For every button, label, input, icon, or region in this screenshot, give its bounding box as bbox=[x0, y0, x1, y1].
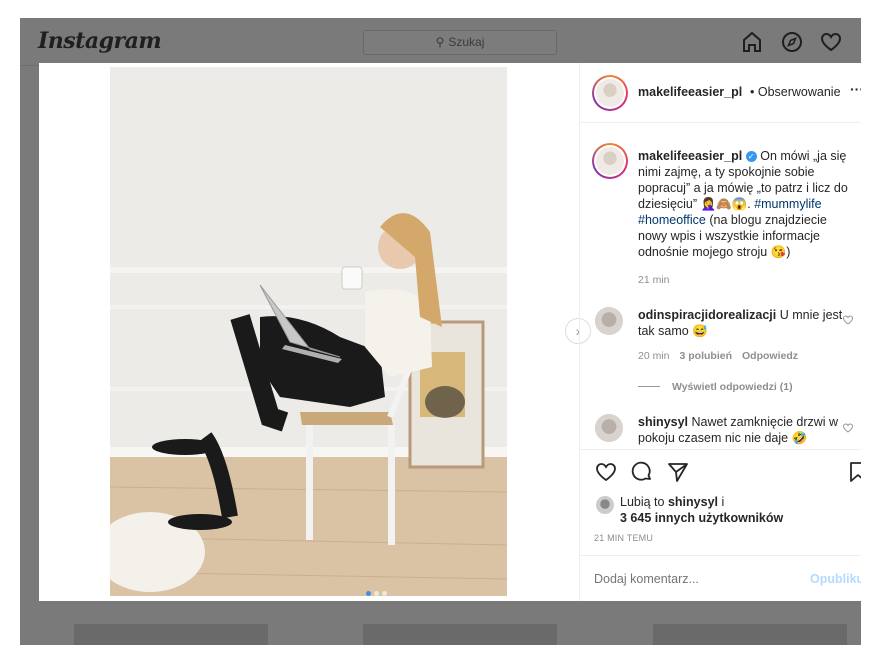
post-side-panel: makelifeeasier_pl • Obserwowanie ··· mak… bbox=[579, 63, 861, 601]
caption-time: 21 min bbox=[638, 274, 670, 286]
post-photo[interactable] bbox=[110, 67, 507, 596]
likes-summary: Lubią to shinysyl i 3 645 innych użytkow… bbox=[620, 494, 783, 526]
hashtag-link[interactable]: #homeoffice bbox=[638, 213, 706, 227]
post-time: 21 MIN TEMU bbox=[594, 533, 654, 543]
comment: odinspiracjidorealizacji U mnie jest tak… bbox=[638, 307, 848, 339]
comment-likes[interactable]: 3 polubień bbox=[680, 350, 733, 362]
grid-thumb bbox=[653, 624, 847, 645]
post-modal: › makelifeeasier_pl • Obserwowanie ··· m… bbox=[39, 63, 861, 601]
comment-time: 20 min bbox=[638, 350, 670, 362]
hashtag-link[interactable]: #mummylife bbox=[754, 197, 821, 211]
instagram-window: Instagram ⚲ Szukaj › makelifeeasier_pl •… bbox=[20, 18, 861, 645]
search-placeholder: Szukaj bbox=[448, 35, 485, 49]
liker-avatar[interactable] bbox=[596, 496, 614, 514]
comment-username[interactable]: odinspiracjidorealizacji bbox=[638, 308, 776, 322]
search-icon: ⚲ bbox=[435, 35, 445, 49]
like-comment-heart-icon[interactable] bbox=[842, 314, 854, 326]
carousel-dot-active bbox=[366, 591, 371, 596]
follow-status[interactable]: • Obserwowanie bbox=[750, 85, 841, 99]
post-comment-button[interactable]: Opublikuj bbox=[810, 572, 861, 586]
top-nav: Instagram ⚲ Szukaj bbox=[20, 18, 861, 66]
post-header: makelifeeasier_pl • Obserwowanie ··· bbox=[580, 63, 861, 123]
search-input[interactable]: ⚲ Szukaj bbox=[363, 30, 557, 55]
share-icon[interactable] bbox=[666, 460, 690, 484]
carousel-dot bbox=[374, 591, 379, 596]
avatar[interactable] bbox=[595, 307, 623, 335]
add-comment-bar: Opublikuj bbox=[580, 555, 861, 601]
view-replies-label: Wyświetl odpowiedzi (1) bbox=[672, 381, 793, 393]
avatar[interactable] bbox=[592, 75, 628, 111]
likes-user[interactable]: shinysyl bbox=[668, 495, 718, 509]
avatar[interactable] bbox=[592, 143, 628, 179]
heart-icon[interactable] bbox=[594, 460, 618, 484]
post-username[interactable]: makelifeeasier_pl bbox=[638, 85, 742, 99]
likes-others[interactable]: 3 645 innych użytkowników bbox=[620, 511, 783, 525]
avatar[interactable] bbox=[595, 414, 623, 442]
comment-icon[interactable] bbox=[630, 460, 654, 484]
likes-prefix: Lubią to bbox=[620, 495, 665, 509]
photo-illustration bbox=[110, 67, 507, 596]
post-actions: Lubią to shinysyl i 3 645 innych użytkow… bbox=[580, 449, 861, 549]
instagram-logo[interactable]: Instagram bbox=[38, 28, 162, 54]
more-options-icon[interactable]: ··· bbox=[850, 81, 861, 97]
like-comment-heart-icon[interactable] bbox=[842, 422, 854, 434]
likes-suffix: i bbox=[721, 495, 725, 509]
comment-username[interactable]: shinysyl bbox=[638, 415, 688, 429]
comment: shinysyl Nawet zamknięcie drzwi w pokoju… bbox=[638, 414, 848, 446]
comment-input[interactable] bbox=[594, 572, 794, 586]
explore-icon[interactable] bbox=[780, 30, 804, 54]
comments-list[interactable]: makelifeeasier_pl ✓ On mówi „ja się nimi… bbox=[580, 124, 861, 449]
carousel-dot bbox=[382, 591, 387, 596]
grid-thumb bbox=[363, 624, 557, 645]
carousel-dots bbox=[366, 583, 390, 596]
home-icon[interactable] bbox=[740, 30, 764, 54]
caption-username[interactable]: makelifeeasier_pl bbox=[638, 149, 742, 163]
verified-badge-icon: ✓ bbox=[745, 151, 757, 162]
view-replies-button[interactable]: Wyświetl odpowiedzi (1) bbox=[638, 381, 793, 393]
grid-thumb bbox=[74, 624, 268, 645]
reply-button[interactable]: Odpowiedz bbox=[742, 350, 798, 362]
caption: makelifeeasier_pl ✓ On mówi „ja się nimi… bbox=[638, 148, 848, 260]
activity-heart-icon[interactable] bbox=[819, 30, 843, 54]
bookmark-icon[interactable] bbox=[846, 460, 861, 484]
comment-meta: 20 min 3 polubień Odpowiedz bbox=[638, 350, 798, 362]
